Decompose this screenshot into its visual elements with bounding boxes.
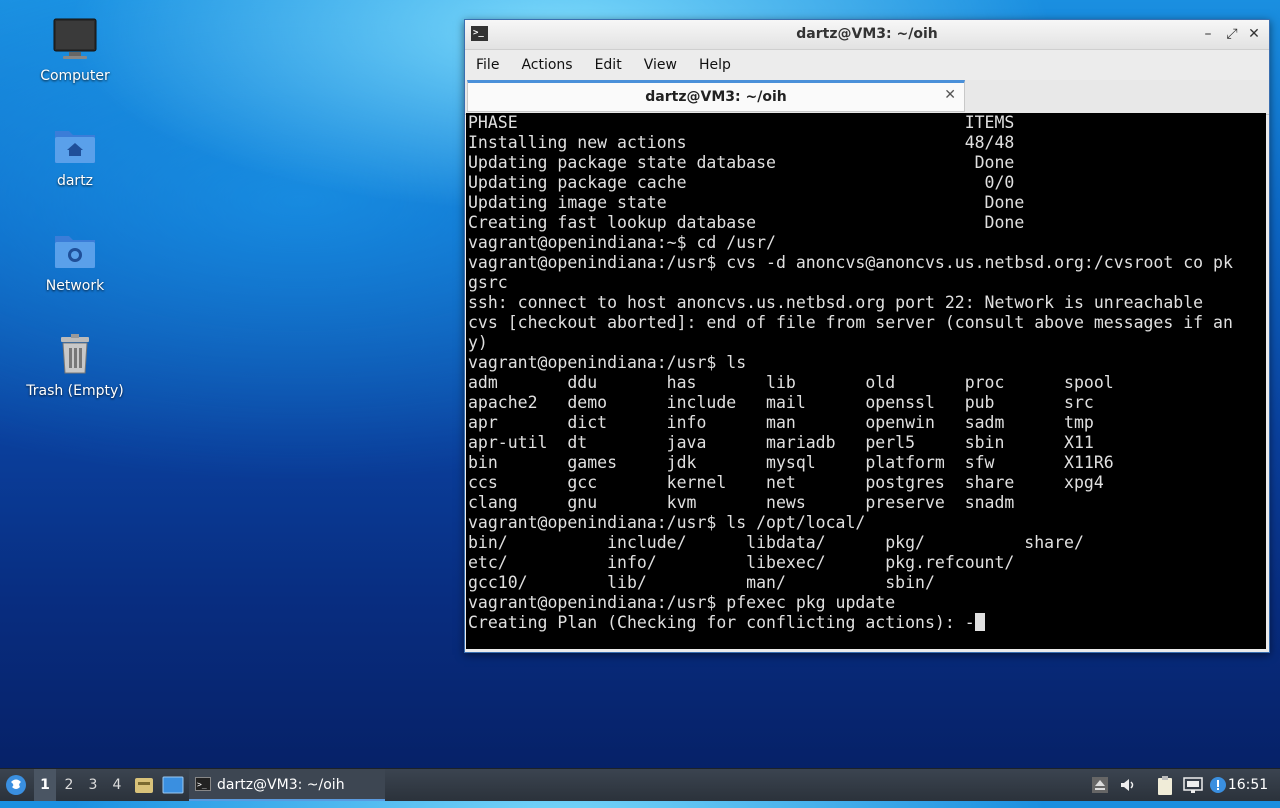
terminal-line-text: cvs [checkout aborted]: end of file from…: [468, 313, 1233, 332]
trash-icon: [51, 331, 99, 379]
minimize-icon[interactable]: –: [1199, 24, 1217, 44]
window-titlebar[interactable]: >_ dartz@VM3: ~/oih – ⤢ ✕: [465, 20, 1269, 50]
terminal-line-text: vagrant@openindiana:~$ cd /usr/: [468, 233, 776, 252]
terminal-line: vagrant@openindiana:/usr$ pfexec pkg upd…: [468, 593, 1266, 613]
desktop-icon-home[interactable]: dartz: [20, 121, 130, 189]
show-desktop-icon[interactable]: [161, 769, 185, 801]
clock[interactable]: 16:51: [1226, 769, 1270, 801]
terminal-line-text: Installing new actions 48/48: [468, 133, 1015, 152]
terminal-cursor: [974, 613, 985, 631]
terminal-line: bin/ include/ libdata/ pkg/ share/: [468, 533, 1266, 553]
terminal-line: gsrc: [468, 273, 1266, 293]
start-menu-icon[interactable]: [4, 769, 28, 801]
terminal-window: >_ dartz@VM3: ~/oih – ⤢ ✕ File Actions Edi…: [464, 19, 1270, 653]
workspace-3[interactable]: 3: [82, 769, 104, 801]
update-notifier-icon[interactable]: [1209, 776, 1227, 794]
terminal-line-text: vagrant@openindiana:/usr$ ls /opt/local/: [468, 513, 866, 532]
terminal-line: PHASE ITEMS: [468, 113, 1266, 133]
terminal-line: ssh: connect to host anoncvs.us.netbsd.o…: [468, 293, 1266, 313]
terminal-line-text: vagrant@openindiana:/usr$ cvs -d anoncvs…: [468, 253, 1233, 272]
terminal-line: Creating fast lookup database Done: [468, 213, 1266, 233]
terminal-line-text: adm ddu has lib old proc spool: [468, 373, 1114, 392]
terminal-line: vagrant@openindiana:/usr$ ls: [468, 353, 1266, 373]
desktop-icon-computer[interactable]: Computer: [20, 16, 130, 84]
taskbar: 1 2 3 4 >_ dartz@VM3: ~/oih 16:51: [0, 768, 1280, 801]
tab-terminal[interactable]: dartz@VM3: ~/oih ✕: [467, 80, 965, 112]
network-folder-icon: [51, 226, 99, 274]
network-status-icon[interactable]: [1183, 776, 1203, 794]
terminal-line: bin games jdk mysql platform sfw X11R6: [468, 453, 1266, 473]
taskbar-task-terminal[interactable]: >_ dartz@VM3: ~/oih: [189, 769, 385, 801]
restore-icon[interactable]: ⤢: [1223, 24, 1241, 44]
terminal-line: adm ddu has lib old proc spool: [468, 373, 1266, 393]
terminal-line-text: bin/ include/ libdata/ pkg/ share/: [468, 533, 1084, 552]
eject-icon[interactable]: [1091, 776, 1109, 794]
tab-label: dartz@VM3: ~/oih: [645, 89, 787, 105]
terminal-line: ccs gcc kernel net postgres share xpg4: [468, 473, 1266, 493]
terminal-line: vagrant@openindiana:/usr$ cvs -d anoncvs…: [468, 253, 1266, 273]
terminal-line: apache2 demo include mail openssl pub sr…: [468, 393, 1266, 413]
terminal-line: Updating package state database Done: [468, 153, 1266, 173]
terminal-line: y): [468, 333, 1266, 353]
terminal-task-icon: >_: [195, 777, 211, 791]
terminal-line-text: Creating fast lookup database Done: [468, 213, 1025, 232]
terminal-line-text: apr-util dt java mariadb perl5 sbin X11: [468, 433, 1094, 452]
terminal-line-text: y): [468, 333, 488, 352]
terminal-line-text: Updating image state Done: [468, 193, 1025, 212]
file-manager-icon[interactable]: [133, 769, 155, 801]
clipboard-icon[interactable]: [1156, 776, 1174, 795]
terminal-line-text: bin games jdk mysql platform sfw X11R6: [468, 453, 1114, 472]
menubar: File Actions Edit View Help: [465, 50, 1269, 80]
workspace-4[interactable]: 4: [106, 769, 128, 801]
terminal-line-text: apache2 demo include mail openssl pub sr…: [468, 393, 1094, 412]
workspace-1[interactable]: 1: [34, 769, 56, 801]
terminal-line-text: gcc10/ lib/ man/ sbin/: [468, 573, 935, 592]
terminal-line-text: vagrant@openindiana:/usr$ pfexec pkg upd…: [468, 593, 896, 612]
desktop-icon-trash[interactable]: Trash (Empty): [20, 331, 130, 399]
menu-help[interactable]: Help: [688, 50, 742, 73]
terminal-line-text: ssh: connect to host anoncvs.us.netbsd.o…: [468, 293, 1204, 312]
terminal-line-text: clang gnu kvm news preserve snadm: [468, 493, 1015, 512]
menu-file[interactable]: File: [465, 50, 510, 73]
tab-close-icon[interactable]: ✕: [944, 87, 956, 103]
volume-icon[interactable]: [1119, 776, 1137, 794]
menu-view[interactable]: View: [633, 50, 688, 73]
terminal-line: clang gnu kvm news preserve snadm: [468, 493, 1266, 513]
close-icon[interactable]: ✕: [1245, 24, 1263, 44]
desktop-icon-label: Computer: [40, 68, 110, 84]
terminal-line-text: gsrc: [468, 273, 508, 292]
terminal-line: Updating image state Done: [468, 193, 1266, 213]
menu-edit[interactable]: Edit: [584, 50, 633, 73]
terminal-line-text: etc/ info/ libexec/ pkg.refcount/: [468, 553, 1015, 572]
terminal-line: Creating Plan (Checking for conflicting …: [468, 613, 1266, 633]
terminal-line-text: apr dict info man openwin sadm tmp: [468, 413, 1094, 432]
workspace-2[interactable]: 2: [58, 769, 80, 801]
menu-actions[interactable]: Actions: [510, 50, 583, 73]
desktop-icon-label: dartz: [56, 173, 94, 189]
desktop-icon-network[interactable]: Network: [20, 226, 130, 294]
terminal-line: vagrant@openindiana:~$ cd /usr/: [468, 233, 1266, 253]
terminal-line: apr dict info man openwin sadm tmp: [468, 413, 1266, 433]
terminal-line-text: ccs gcc kernel net postgres share xpg4: [468, 473, 1104, 492]
terminal-line: etc/ info/ libexec/ pkg.refcount/: [468, 553, 1266, 573]
terminal-line: cvs [checkout aborted]: end of file from…: [468, 313, 1266, 333]
window-title: dartz@VM3: ~/oih: [796, 26, 938, 42]
terminal-line: apr-util dt java mariadb perl5 sbin X11: [468, 433, 1266, 453]
terminal-line: gcc10/ lib/ man/ sbin/: [468, 573, 1266, 593]
home-folder-icon: [51, 121, 99, 169]
desktop-icon-label: Trash (Empty): [26, 383, 124, 399]
terminal-line-text: Updating package state database Done: [468, 153, 1015, 172]
terminal-output[interactable]: PHASE ITEMS Installing new actions 48/48 U…: [466, 113, 1266, 649]
desktop-icon-label: Network: [45, 278, 105, 294]
terminal-line: Updating package cache 0/0: [468, 173, 1266, 193]
terminal-line-text: Creating Plan (Checking for conflicting …: [468, 613, 975, 632]
terminal-line-text: PHASE ITEMS: [468, 113, 1015, 132]
terminal-line: vagrant@openindiana:/usr$ ls /opt/local/: [468, 513, 1266, 533]
monitor-icon: [51, 16, 99, 64]
terminal-line-text: vagrant@openindiana:/usr$ ls: [468, 353, 747, 372]
terminal-line: Installing new actions 48/48: [468, 133, 1266, 153]
terminal-line-text: Updating package cache 0/0: [468, 173, 1015, 192]
tab-bar: dartz@VM3: ~/oih ✕: [465, 80, 1269, 115]
task-label: dartz@VM3: ~/oih: [217, 777, 345, 793]
